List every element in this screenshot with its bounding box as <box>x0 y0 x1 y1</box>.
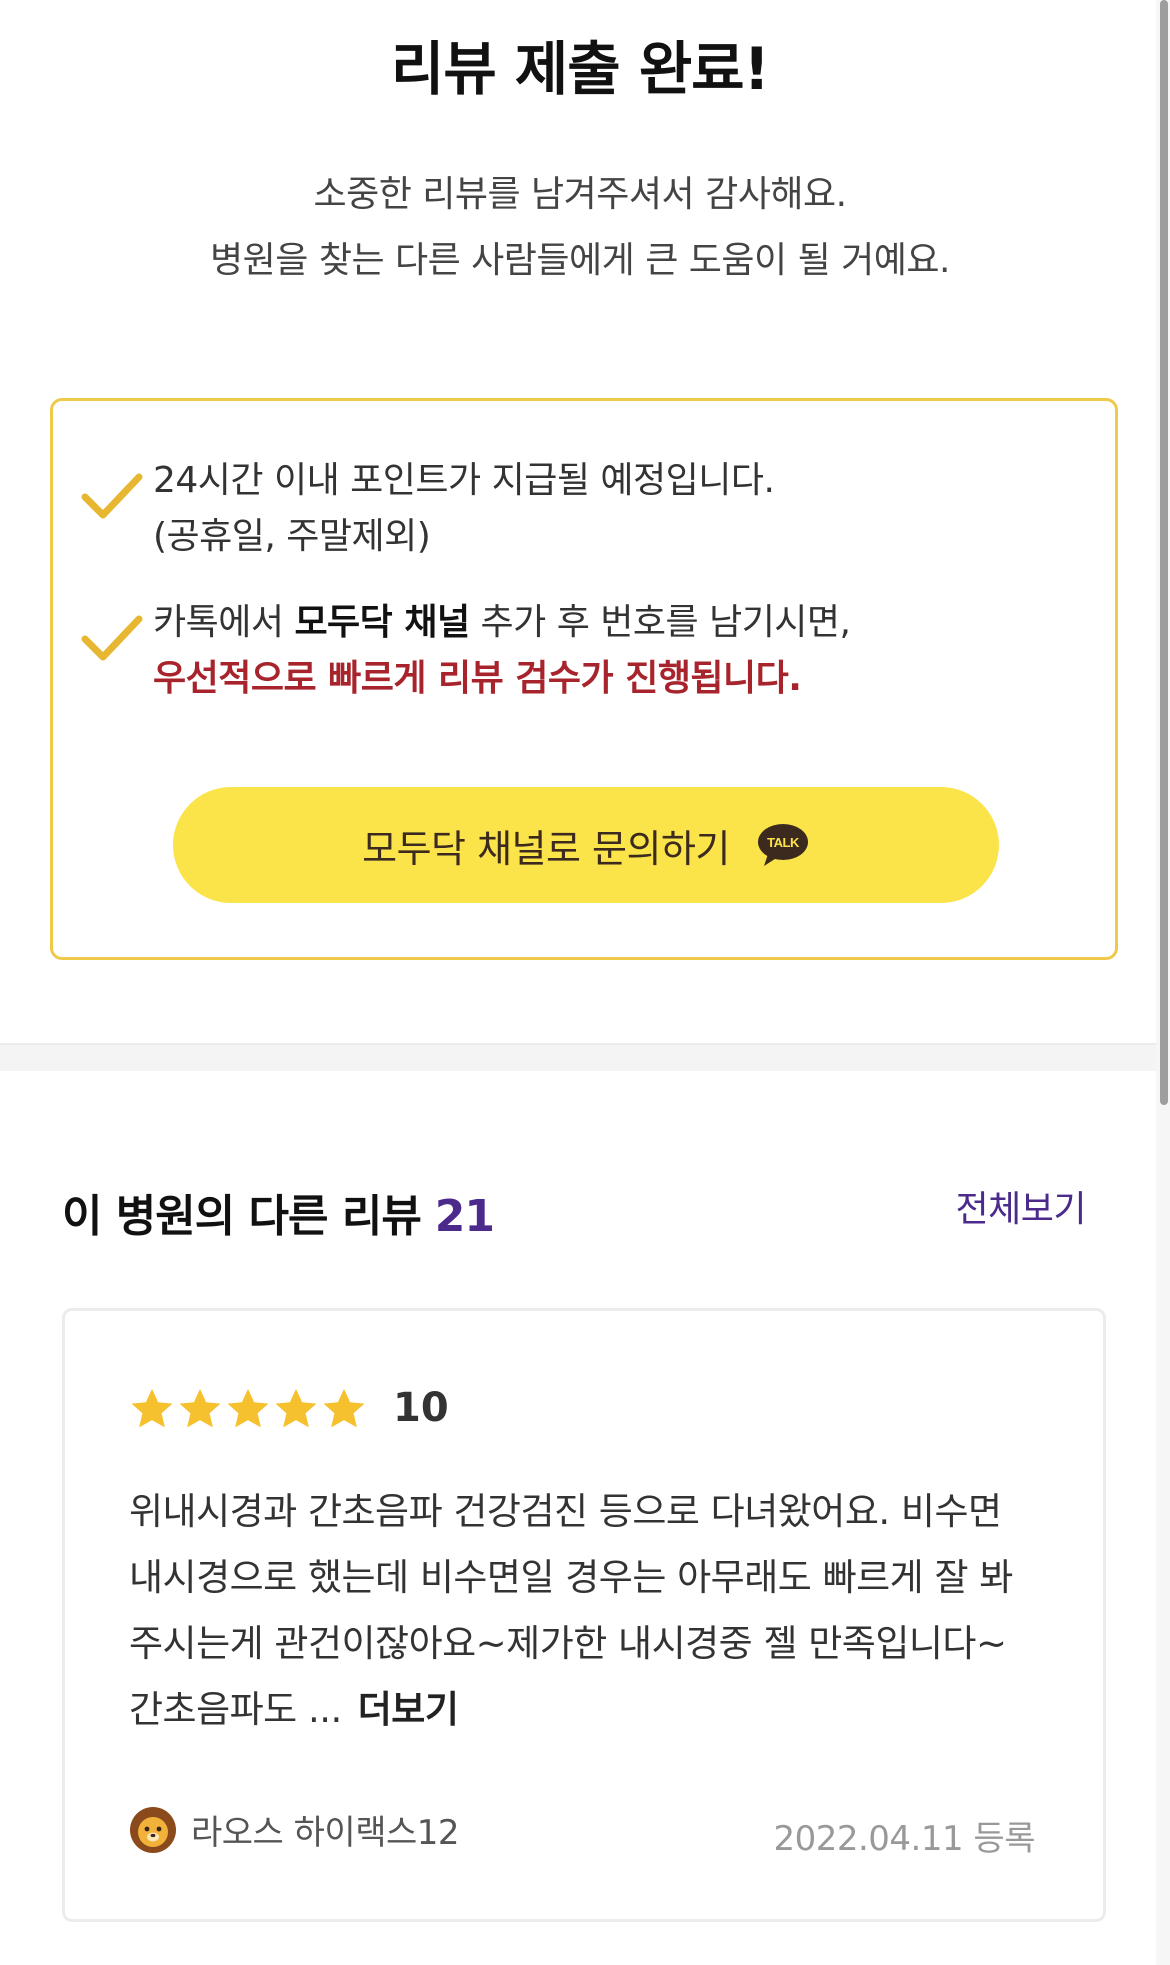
kakao-channel-button-label: 모두닥 채널로 문의하기 <box>362 826 730 871</box>
star-icon <box>323 1388 365 1428</box>
check-icon <box>81 615 143 661</box>
scrollbar[interactable] <box>1156 0 1170 1965</box>
channel-name: 모두닥 채널 <box>294 602 470 643</box>
review-complete-page: 리뷰 제출 완료! 소중한 리뷰를 남겨주셔서 감사해요. 병원을 찾는 다른 … <box>0 0 1170 1965</box>
notice-channel-prefix: 카톡에서 <box>153 602 295 643</box>
other-reviews-title: 이 병원의 다른 리뷰 21 <box>62 1180 495 1244</box>
check-icon <box>81 473 143 519</box>
star-icon <box>275 1388 317 1428</box>
other-reviews-label: 이 병원의 다른 리뷰 <box>62 1191 422 1242</box>
notice-points-note: (공휴일, 주말제외) <box>153 516 431 557</box>
review-body: 위내시경과 간초음파 건강검진 등으로 다녀왔어요. 비수면 내시경으로 했는데… <box>129 1490 1013 1731</box>
kakao-talk-icon: TALK <box>757 824 808 866</box>
notice-channel-suffix: 추가 후 번호를 남기시면, <box>469 602 851 643</box>
notice-channel-text: 카톡에서 모두닥 채널 추가 후 번호를 남기시면, <box>153 595 1033 651</box>
read-more-link[interactable]: 더보기 <box>358 1688 459 1731</box>
kakao-channel-inquiry-button[interactable]: 모두닥 채널로 문의하기 TALK <box>173 787 999 903</box>
star-icon <box>131 1388 173 1428</box>
lion-avatar-icon <box>130 1806 176 1853</box>
reviewer-name: 라오스 하이랙스12 <box>191 1813 460 1853</box>
talk-badge-text: TALK <box>767 835 800 850</box>
notice-box: 24시간 이내 포인트가 지급될 예정입니다. (공휴일, 주말제외) 카톡에서… <box>50 398 1118 960</box>
scrollbar-thumb[interactable] <box>1160 0 1168 1105</box>
star-icon <box>227 1388 269 1428</box>
thank-you-message: 소중한 리뷰를 남겨주셔서 감사해요. 병원을 찾는 다른 사람들에게 큰 도움… <box>0 162 1160 294</box>
view-all-link[interactable]: 전체보기 <box>956 1180 1087 1232</box>
page-title: 리뷰 제출 완료! <box>391 35 770 103</box>
notice-item-points: 24시간 이내 포인트가 지급될 예정입니다. (공휴일, 주말제외) <box>81 453 1033 565</box>
review-card[interactable]: 10 위내시경과 간초음파 건강검진 등으로 다녀왔어요. 비수면 내시경으로 … <box>62 1308 1106 1922</box>
notice-item-channel: 카톡에서 모두닥 채널 추가 후 번호를 남기시면, 우선적으로 빠르게 리뷰 … <box>81 595 1033 707</box>
star-rating <box>129 1386 367 1432</box>
review-date: 2022.04.11 등록 <box>773 1819 1035 1859</box>
review-text: 위내시경과 간초음파 건강검진 등으로 다녀왔어요. 비수면 내시경으로 했는데… <box>129 1479 1039 1743</box>
priority-review-notice: 우선적으로 빠르게 리뷰 검수가 진행됩니다. <box>153 658 802 699</box>
thank-you-line-2: 병원을 찾는 다른 사람들에게 큰 도움이 될 거예요. <box>210 240 950 281</box>
section-divider <box>0 1043 1156 1071</box>
notice-points-text: 24시간 이내 포인트가 지급될 예정입니다. <box>153 460 775 501</box>
reviewer-info: 라오스 하이랙스12 <box>129 1805 460 1854</box>
thank-you-line-1: 소중한 리뷰를 남겨주셔서 감사해요. <box>313 174 847 215</box>
star-icon <box>179 1388 221 1428</box>
review-score: 10 <box>393 1385 449 1431</box>
review-count: 21 <box>434 1191 495 1242</box>
